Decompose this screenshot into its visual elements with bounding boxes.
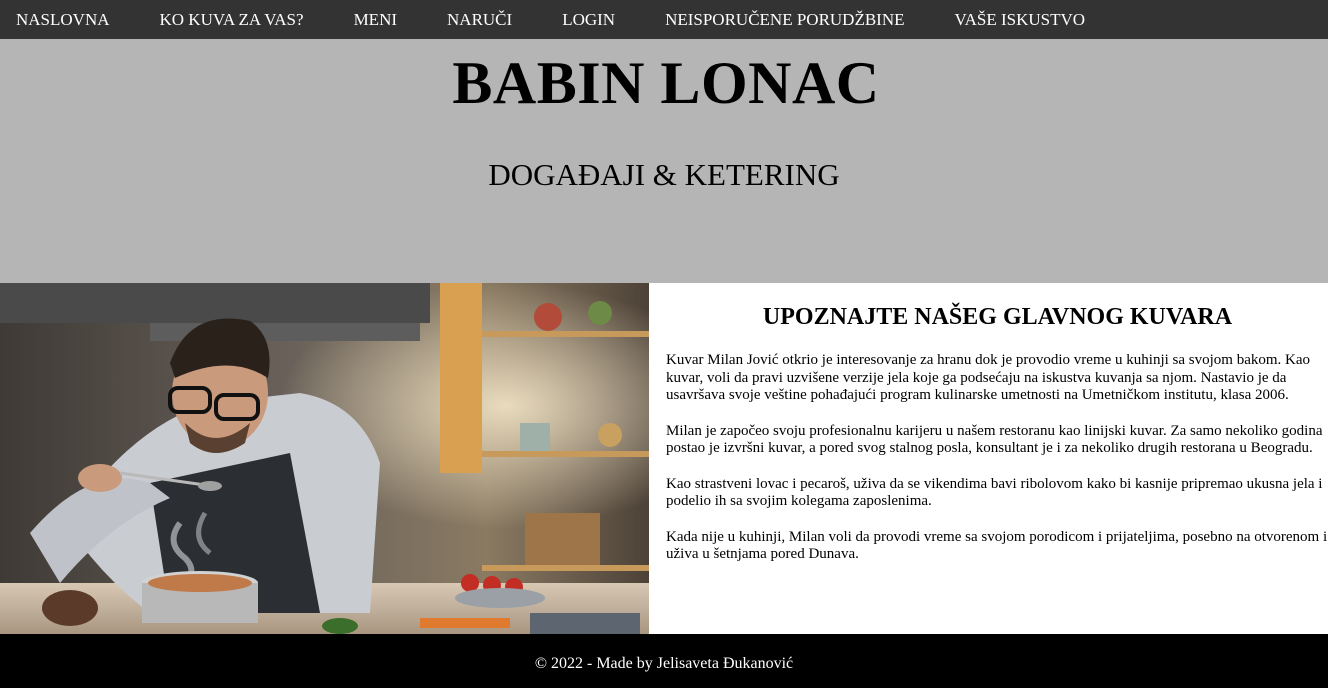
bio-paragraph: Kuvar Milan Jović otkrio je interesovanj…	[666, 352, 1311, 403]
site-title: BABIN LONAC	[452, 50, 880, 116]
section-heading: UPOZNAJTE NAŠEG GLAVNOG KUVARA	[762, 304, 1233, 330]
chef-info-section: UPOZNAJTE NAŠEG GLAVNOG KUVARA Kuvar Mil…	[649, 283, 1328, 634]
page-header: BABIN LONAC DOGAĐAJI & KETERING	[0, 39, 1328, 283]
bio-paragraph: Kao strastveni lovac i pecaroš, uživa da…	[666, 475, 1323, 510]
nav-link-vase-iskustvo[interactable]: VAŠE ISKUSTVO	[930, 0, 1111, 39]
nav-link-neisporucene-porudzbine[interactable]: NEISPORUČENE PORUDŽBINE	[640, 0, 929, 39]
nav-link-meni[interactable]: MENI	[329, 0, 422, 39]
chef-photo	[0, 283, 649, 634]
nav-link-naslovna[interactable]: NASLOVNA	[0, 0, 135, 39]
top-navigation: NASLOVNA KO KUVA ZA VAS? MENI NARUČI LOG…	[0, 0, 1328, 39]
nav-link-naruci[interactable]: NARUČI	[422, 0, 537, 39]
nav-link-ko-kuva-za-vas[interactable]: KO KUVA ZA VAS?	[135, 0, 329, 39]
nav-link-login[interactable]: LOGIN	[537, 0, 640, 39]
footer-copyright: © 2022 - Made by Jelisaveta Đukanović	[534, 655, 794, 672]
bio-paragraph: Milan je započeo svoju profesionalnu kar…	[666, 422, 1323, 457]
page-footer: © 2022 - Made by Jelisaveta Đukanović	[0, 634, 1328, 688]
bio-paragraph: Kada nije u kuhinji, Milan voli da provo…	[666, 528, 1328, 563]
site-subtitle: DOGAĐAJI & KETERING	[488, 157, 840, 192]
